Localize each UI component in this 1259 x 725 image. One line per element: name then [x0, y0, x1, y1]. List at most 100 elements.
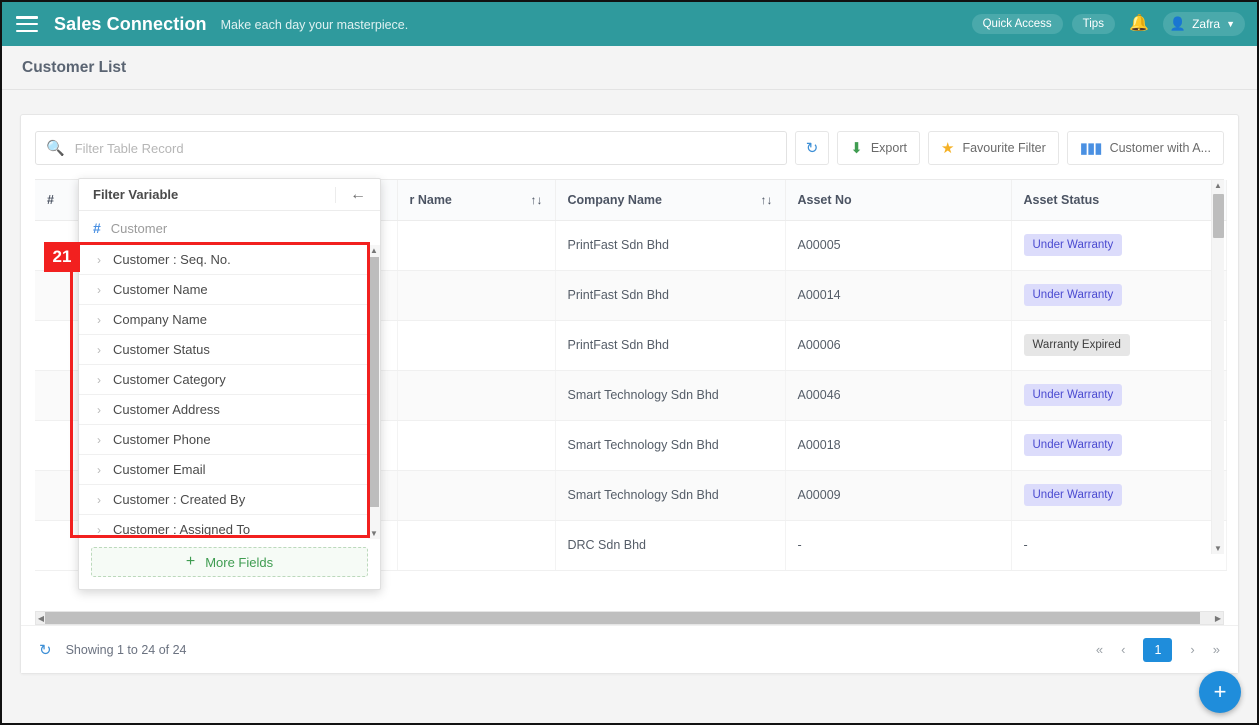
app-window: Sales Connection Make each day your mast… — [0, 0, 1259, 725]
plus-icon: + — [185, 553, 196, 570]
pagination-first-button[interactable]: « — [1096, 642, 1103, 657]
column-header-asset-no[interactable]: Asset No — [785, 180, 1012, 221]
chevron-down-icon: ▼ — [1226, 19, 1235, 29]
chevron-right-icon: › — [97, 252, 101, 267]
hash-icon: # — [93, 220, 101, 236]
cell-asset-no: A00046 — [785, 370, 1012, 421]
status-badge: Warranty Expired — [1023, 334, 1130, 356]
dropdown-section-header: # Customer — [79, 211, 380, 245]
pagination-next-button[interactable]: › — [1190, 642, 1194, 657]
avatar-icon: 👤 — [1169, 16, 1187, 31]
scrollbar-thumb[interactable] — [45, 612, 1200, 624]
scroll-down-icon[interactable]: ▼ — [1214, 544, 1222, 553]
column-header-customer-name[interactable]: r Name ↑↓ — [397, 180, 556, 221]
filter-item-label: Company Name — [113, 312, 207, 327]
scrollbar-thumb[interactable] — [1213, 194, 1224, 238]
status-badge: Under Warranty — [1023, 284, 1123, 306]
filter-item-customer-address[interactable]: › Customer Address — [79, 395, 380, 425]
export-label: Export — [870, 141, 907, 155]
cell-asset-status: Under Warranty — [1011, 470, 1227, 521]
column-header-company-name[interactable]: Company Name ↑↓ — [555, 180, 786, 221]
column-label: Asset No — [797, 192, 852, 207]
filter-item-customer-seq-no[interactable]: › Customer : Seq. No. — [79, 245, 380, 275]
scroll-right-icon[interactable]: ▶ — [1213, 614, 1223, 623]
dropdown-scrollbar[interactable]: ▲ ▼ — [368, 245, 380, 539]
column-label: # — [47, 192, 54, 207]
cell-asset-status: Warranty Expired — [1011, 320, 1227, 371]
pagination-prev-button[interactable]: ‹ — [1121, 642, 1125, 657]
filter-item-customer-status[interactable]: › Customer Status — [79, 335, 380, 365]
app-brand-title: Sales Connection — [54, 13, 207, 34]
add-record-fab[interactable]: + — [1199, 671, 1241, 713]
table-horizontal-scrollbar[interactable]: ◀ ▶ — [35, 611, 1224, 625]
filter-item-company-name[interactable]: › Company Name — [79, 305, 380, 335]
column-header-asset-status[interactable]: Asset Status — [1011, 180, 1227, 221]
filter-variable-dropdown: Filter Variable ← # Customer › Customer … — [78, 178, 381, 590]
filter-item-label: Customer : Assigned To — [113, 522, 251, 537]
cell-asset-no: A00009 — [785, 470, 1012, 521]
table-vertical-scrollbar[interactable]: ▲ ▼ — [1211, 180, 1224, 554]
cell-asset-no: A00018 — [785, 420, 1012, 471]
pagination-page-1-button[interactable]: 1 — [1143, 637, 1173, 662]
filter-item-label: Customer Address — [113, 402, 220, 417]
bell-icon[interactable]: 🔔 — [1124, 16, 1154, 32]
filter-item-customer-phone[interactable]: › Customer Phone — [79, 425, 380, 455]
scroll-down-icon[interactable]: ▼ — [370, 529, 378, 538]
filter-item-label: Customer Category — [113, 372, 226, 387]
user-name-label: Zafra — [1192, 17, 1221, 31]
filter-item-label: Customer Name — [113, 282, 208, 297]
search-icon: 🔍 — [46, 140, 65, 157]
filter-item-customer-email[interactable]: › Customer Email — [79, 455, 380, 485]
export-button[interactable]: ⬇ Export — [837, 131, 920, 165]
chevron-right-icon: › — [97, 372, 101, 387]
back-arrow-icon[interactable]: ← — [335, 186, 366, 203]
dropdown-section-label: Customer — [110, 220, 168, 236]
column-view-button[interactable]: ▮▮▮ Customer with A... — [1066, 131, 1224, 165]
cell-asset-no: - — [785, 520, 1012, 571]
filter-item-customer-assigned-to[interactable]: › Customer : Assigned To — [79, 515, 380, 539]
scroll-up-icon[interactable]: ▲ — [370, 246, 378, 255]
sort-icon[interactable]: ↑↓ — [761, 193, 773, 207]
favourite-filter-button[interactable]: ★ Favourite Filter — [927, 131, 1059, 165]
table-footer: ↻ Showing 1 to 24 of 24 « ‹ 1 › » — [21, 625, 1238, 673]
column-label: Asset Status — [1023, 192, 1100, 207]
cell-asset-no: A00005 — [785, 220, 1012, 271]
scrollbar-thumb[interactable] — [369, 257, 379, 507]
column-label: r Name — [409, 192, 452, 207]
topbar-actions: Quick Access Tips 🔔 👤 Zafra ▼ — [971, 12, 1245, 36]
star-icon: ★ — [940, 139, 955, 157]
app-tagline: Make each day your masterpiece. — [220, 18, 409, 32]
status-badge: Under Warranty — [1023, 384, 1123, 406]
filter-item-customer-name[interactable]: › Customer Name — [79, 275, 380, 305]
scroll-left-icon[interactable]: ◀ — [36, 614, 46, 623]
cell-company-name: PrintFast Sdn Bhd — [555, 320, 786, 371]
columns-icon: ▮▮▮ — [1079, 139, 1103, 157]
quick-access-button[interactable]: Quick Access — [971, 14, 1063, 34]
status-badge: Under Warranty — [1023, 434, 1123, 456]
more-fields-button[interactable]: + More Fields — [91, 547, 368, 577]
cell-customer-name — [397, 370, 556, 421]
tips-button[interactable]: Tips — [1071, 14, 1115, 34]
refresh-button[interactable]: ↻ — [794, 131, 830, 165]
annotation-step-number: 21 — [44, 242, 80, 272]
cell-company-name: Smart Technology Sdn Bhd — [555, 470, 786, 521]
sort-icon[interactable]: ↑↓ — [531, 193, 543, 207]
cell-company-name: Smart Technology Sdn Bhd — [555, 420, 786, 471]
refresh-icon: ↻ — [805, 139, 819, 157]
filter-item-customer-created-by[interactable]: › Customer : Created By — [79, 485, 380, 515]
search-box[interactable]: 🔍 — [35, 131, 787, 165]
scroll-up-icon[interactable]: ▲ — [1214, 181, 1222, 190]
pagination-last-button[interactable]: » — [1213, 642, 1220, 657]
refresh-icon[interactable]: ↻ — [39, 641, 52, 659]
cell-asset-status: Under Warranty — [1011, 420, 1227, 471]
hamburger-icon[interactable] — [16, 16, 38, 32]
status-badge: Under Warranty — [1023, 234, 1123, 256]
top-navigation-bar: Sales Connection Make each day your mast… — [2, 2, 1257, 46]
search-input[interactable] — [74, 140, 776, 156]
chevron-right-icon: › — [97, 492, 101, 507]
cell-customer-name — [397, 220, 556, 271]
filter-item-customer-category[interactable]: › Customer Category — [79, 365, 380, 395]
chevron-right-icon: › — [97, 312, 101, 327]
user-menu[interactable]: 👤 Zafra ▼ — [1162, 12, 1245, 36]
cell-asset-status: Under Warranty — [1011, 370, 1227, 421]
